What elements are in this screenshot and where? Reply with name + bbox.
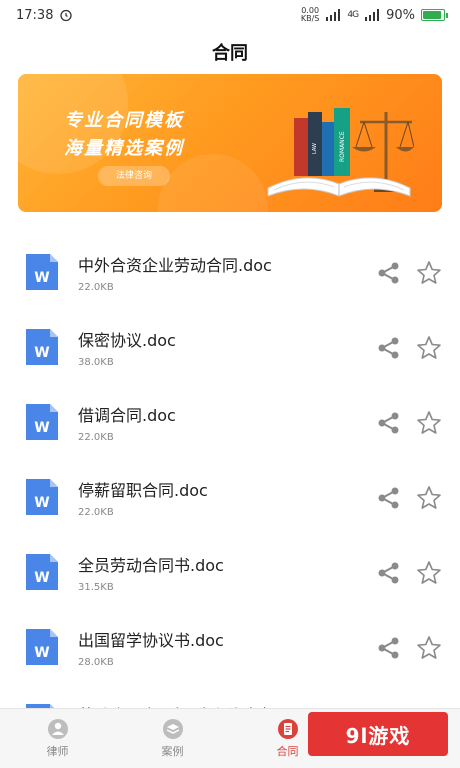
doc-icon-letter: W (34, 270, 49, 286)
battery-percent: 90% (386, 7, 415, 23)
tab-lawyer[interactable]: 律师 (0, 709, 115, 768)
share-icon[interactable] (376, 410, 402, 436)
file-size: 22.0KB (78, 507, 114, 518)
list-item[interactable]: W 借调合同.doc 22.0KB (0, 378, 460, 453)
word-doc-icon: W (26, 479, 58, 515)
list-item[interactable]: W 保密协议.doc 38.0KB (0, 303, 460, 378)
page-title: 合同 (212, 43, 248, 64)
file-name: 全员劳动合同书.doc (78, 556, 224, 575)
contract-file-list: W 中外合资企业劳动合同.doc 22.0KB W 保密协议.doc 38.0K… (0, 228, 460, 753)
file-size: 28.0KB (78, 657, 114, 668)
doc-icon-letter: W (34, 570, 49, 586)
doc-icon-letter: W (34, 420, 49, 436)
doc-icon-letter: W (34, 495, 49, 511)
book-spine-text-1: ROMANCE (339, 131, 346, 162)
file-size: 31.5KB (78, 582, 114, 593)
file-name: 借调合同.doc (78, 406, 176, 425)
star-icon[interactable] (416, 335, 442, 361)
share-icon[interactable] (376, 335, 402, 361)
watermark-logo: 9l游戏 (308, 712, 448, 756)
list-item[interactable]: W 中外合资企业劳动合同.doc 22.0KB (0, 228, 460, 303)
banner-line-2: 海量精选案例 (64, 138, 184, 159)
word-doc-icon: W (26, 554, 58, 590)
tab-label: 案例 (161, 745, 184, 758)
signal-icon-2 (365, 9, 380, 21)
law-books-illustration: ROMANCE LAW (267, 108, 414, 197)
list-item[interactable]: W 全员劳动合同书.doc 31.5KB (0, 528, 460, 603)
word-doc-icon: W (26, 254, 58, 290)
signal-icon (326, 9, 341, 21)
share-icon[interactable] (376, 635, 402, 661)
layers-icon (162, 719, 183, 739)
share-icon[interactable] (376, 560, 402, 586)
book-spine-text-2: LAW (312, 143, 318, 154)
consult-button[interactable]: 法律咨询 (98, 166, 171, 186)
tab-cases[interactable]: 案例 (115, 709, 230, 768)
star-icon[interactable] (416, 635, 442, 661)
file-name: 中外合资企业劳动合同.doc (78, 256, 272, 275)
tab-label: 合同 (276, 745, 299, 758)
document-icon (277, 719, 298, 739)
star-icon[interactable] (416, 560, 442, 586)
network-speed: 0.00 KB/S (301, 7, 320, 23)
star-icon[interactable] (416, 260, 442, 286)
word-doc-icon: W (26, 329, 58, 365)
list-item[interactable]: W 停薪留职合同.doc 22.0KB (0, 453, 460, 528)
share-icon[interactable] (376, 485, 402, 511)
file-size: 22.0KB (78, 282, 114, 293)
doc-icon-letter: W (34, 345, 49, 361)
star-icon[interactable] (416, 485, 442, 511)
status-bar: 17:38 0.00 KB/S 4G 90% (0, 0, 460, 30)
speed-unit: KB/S (300, 14, 320, 23)
battery-icon (421, 9, 448, 21)
network-type: 4G (347, 10, 359, 20)
file-name: 出国留学协议书.doc (78, 631, 224, 650)
star-icon[interactable] (416, 410, 442, 436)
word-doc-icon: W (26, 404, 58, 440)
list-item[interactable]: W 出国留学协议书.doc 28.0KB (0, 603, 460, 678)
file-size: 38.0KB (78, 357, 114, 368)
file-name: 停薪留职合同.doc (78, 481, 208, 500)
file-size: 22.0KB (78, 432, 114, 443)
alarm-icon (60, 9, 73, 22)
word-doc-icon: W (26, 629, 58, 665)
file-name: 保密协议.doc (78, 331, 176, 350)
lawyer-icon (47, 719, 68, 739)
doc-icon-letter: W (34, 645, 49, 661)
share-icon[interactable] (376, 260, 402, 286)
tab-label: 律师 (46, 745, 69, 758)
banner-line-1: 专业合同模板 (64, 110, 184, 131)
promo-banner[interactable]: 专业合同模板 海量精选案例 法律咨询 ROMANCE LAW (18, 74, 442, 212)
status-time: 17:38 (16, 7, 54, 23)
